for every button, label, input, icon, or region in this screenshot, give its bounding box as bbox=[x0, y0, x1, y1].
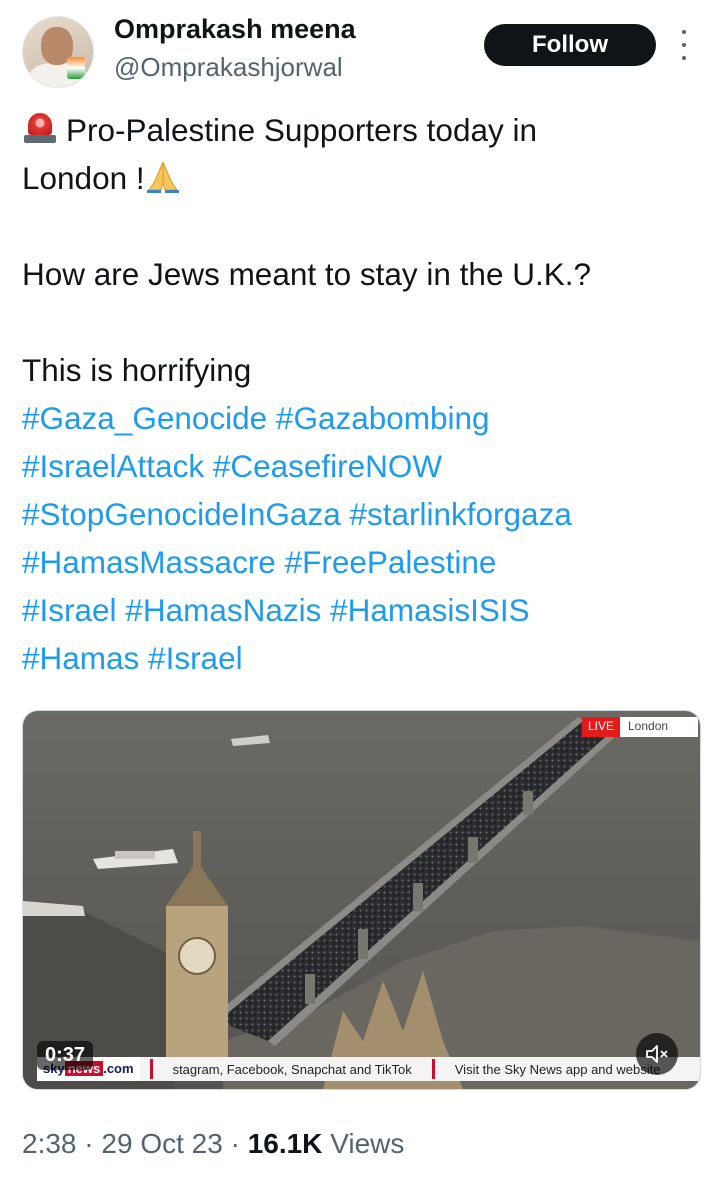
hashtag-line[interactable]: #Hamas #Israel bbox=[22, 634, 702, 682]
avatar[interactable] bbox=[22, 16, 94, 88]
video-player[interactable]: LIVE London skynews.com stagram, Faceboo… bbox=[22, 710, 701, 1090]
views-label: Views bbox=[330, 1128, 405, 1159]
live-label: LIVE bbox=[581, 717, 620, 737]
more-icon[interactable] bbox=[676, 30, 692, 60]
author-name[interactable]: Omprakash meena bbox=[114, 14, 356, 45]
live-badge: LIVE London bbox=[581, 717, 698, 737]
tweet-line-1: Pro-Palestine Supporters today in bbox=[22, 106, 702, 154]
ticker-text: stagram, Facebook, Snapchat and TikTok bbox=[172, 1061, 412, 1077]
mute-icon[interactable] bbox=[636, 1033, 678, 1075]
hashtag-line[interactable]: #Israel #HamasNazis #HamasisISIS bbox=[22, 586, 702, 634]
folded-hands-emoji-icon bbox=[145, 158, 181, 193]
news-ticker: skynews.com stagram, Facebook, Snapchat … bbox=[37, 1057, 700, 1081]
hashtag-line[interactable]: #IsraelAttack #CeasefireNOW bbox=[22, 442, 702, 490]
tweet-meta: 2:38 · 29 Oct 23 · 16.1K Views bbox=[22, 1128, 405, 1159]
author-handle[interactable]: @Omprakashjorwal bbox=[114, 52, 343, 83]
live-location: London bbox=[620, 717, 698, 737]
tweet-text: Pro-Palestine Supporters today in London… bbox=[22, 106, 702, 682]
views-count: 16.1K bbox=[247, 1128, 323, 1159]
tweet-date[interactable]: 29 Oct 23 bbox=[101, 1128, 222, 1159]
hashtag-line[interactable]: #Gaza_Genocide #Gazabombing bbox=[22, 394, 702, 442]
video-frame bbox=[23, 711, 700, 1089]
follow-button[interactable]: Follow bbox=[484, 24, 656, 66]
tweet-line-3: How are Jews meant to stay in the U.K.? bbox=[22, 256, 591, 292]
tweet-line-2: London ! bbox=[22, 154, 702, 202]
video-duration: 0:37 bbox=[37, 1041, 94, 1070]
siren-emoji-icon bbox=[22, 111, 58, 145]
hashtag-line[interactable]: #HamasMassacre #FreePalestine bbox=[22, 538, 702, 586]
ticker-text: Visit the Sky News app and website bbox=[454, 1061, 661, 1077]
hashtag-line[interactable]: #StopGenocideInGaza #starlinkforgaza bbox=[22, 490, 702, 538]
tweet-line-4: This is horrifying bbox=[22, 352, 252, 388]
tweet-time[interactable]: 2:38 bbox=[22, 1128, 77, 1159]
